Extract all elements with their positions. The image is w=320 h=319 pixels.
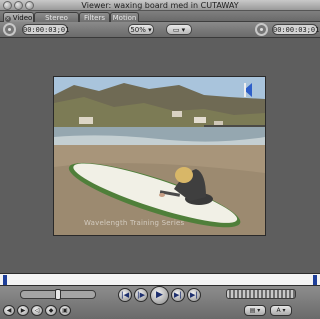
in-point-marker-icon bbox=[244, 83, 252, 97]
next-edit-icon: ▶| bbox=[190, 291, 198, 299]
duration-timecode-field[interactable]: 00:00:03;01 bbox=[22, 24, 69, 35]
play-icon: ▶ bbox=[156, 290, 163, 300]
video-frame[interactable]: Wavelength Training Series bbox=[53, 76, 266, 236]
current-timecode-field[interactable]: 00:00:03;01 bbox=[272, 24, 319, 35]
mark-in-icon: ◀ bbox=[6, 307, 12, 314]
chevron-down-icon: ▾ bbox=[145, 26, 152, 34]
tab-motion[interactable]: Motion bbox=[110, 12, 139, 22]
previous-edit-icon: |◀ bbox=[121, 291, 129, 299]
tab-filters-label: Filters bbox=[84, 14, 105, 22]
tab-filters[interactable]: Filters bbox=[79, 12, 110, 22]
shuttle-knob[interactable] bbox=[55, 289, 61, 300]
tab-bar: ×Video Stereo (a1a2) Filters Motion bbox=[0, 11, 320, 32]
title-bar[interactable]: Viewer: waxing board med in CUTAWAY bbox=[0, 0, 320, 11]
tab-motion-label: Motion bbox=[112, 14, 137, 22]
jog-control[interactable] bbox=[226, 289, 296, 299]
watermark-text: Wavelength Training Series bbox=[84, 219, 185, 227]
zoom-value: 50% bbox=[130, 26, 146, 34]
mark-out-icon: ▶ bbox=[20, 307, 26, 314]
view-popup[interactable]: ▭ ▾ bbox=[166, 24, 192, 35]
clip-popup-icon: ▤ ▾ bbox=[249, 307, 261, 314]
scrubber-bar[interactable] bbox=[0, 273, 320, 286]
marker-button[interactable]: ◆ bbox=[45, 305, 57, 316]
current-timecode-jog-icon[interactable] bbox=[255, 23, 268, 36]
timecode-jog-icon[interactable] bbox=[3, 23, 16, 36]
tab-video-label: Video bbox=[12, 14, 33, 22]
mark-in-button[interactable]: ◀ bbox=[3, 305, 15, 316]
prev-frame-button[interactable]: ◁ bbox=[31, 305, 43, 316]
play-button[interactable]: ▶ bbox=[150, 286, 169, 305]
match-frame-icon: ▣ bbox=[62, 307, 68, 314]
play-around-button[interactable]: ▶| bbox=[171, 288, 185, 302]
viewer-window: Viewer: waxing board med in CUTAWAY × Vid… bbox=[0, 0, 320, 319]
mark-out-button[interactable]: ▶ bbox=[17, 305, 29, 316]
view-options-icon: ▭ ▾ bbox=[172, 26, 186, 34]
video-frame-image bbox=[54, 77, 265, 235]
step-back-icon: ◁ bbox=[34, 307, 40, 314]
generator-popup[interactable]: A ▾ bbox=[270, 305, 292, 316]
in-point-marker[interactable] bbox=[3, 275, 7, 285]
play-in-to-out-button[interactable]: |▶ bbox=[134, 288, 148, 302]
tab-stereo[interactable]: Stereo (a1a2) bbox=[34, 12, 79, 32]
marker-icon: ◆ bbox=[48, 307, 54, 314]
play-around-icon: ▶| bbox=[174, 291, 182, 299]
zoom-popup[interactable]: 50% ▾ bbox=[128, 24, 154, 35]
match-frame-button[interactable]: ▣ bbox=[59, 305, 71, 316]
shuttle-slider[interactable] bbox=[20, 289, 96, 300]
viewer-toolbar: 00:00:03;01 50% ▾ ▭ ▾ 00:00:03;01 bbox=[0, 22, 320, 38]
previous-edit-button[interactable]: |◀ bbox=[118, 288, 132, 302]
video-canvas-area: Wavelength Training Series bbox=[0, 38, 320, 273]
recent-clips-popup[interactable]: ▤ ▾ bbox=[244, 305, 266, 316]
window-title: Viewer: waxing board med in CUTAWAY bbox=[81, 1, 239, 10]
generator-icon: A ▾ bbox=[276, 307, 286, 314]
play-in-out-icon: |▶ bbox=[137, 291, 145, 299]
tab-video[interactable]: × Video bbox=[3, 12, 34, 22]
out-point-marker[interactable] bbox=[313, 275, 317, 285]
transport-controls: |◀ |▶ ▶ ▶| ▶| ◀ ▶ ◁ ◆ ▣ ▤ ▾ A ▾ bbox=[0, 286, 320, 319]
next-edit-button[interactable]: ▶| bbox=[187, 288, 201, 302]
